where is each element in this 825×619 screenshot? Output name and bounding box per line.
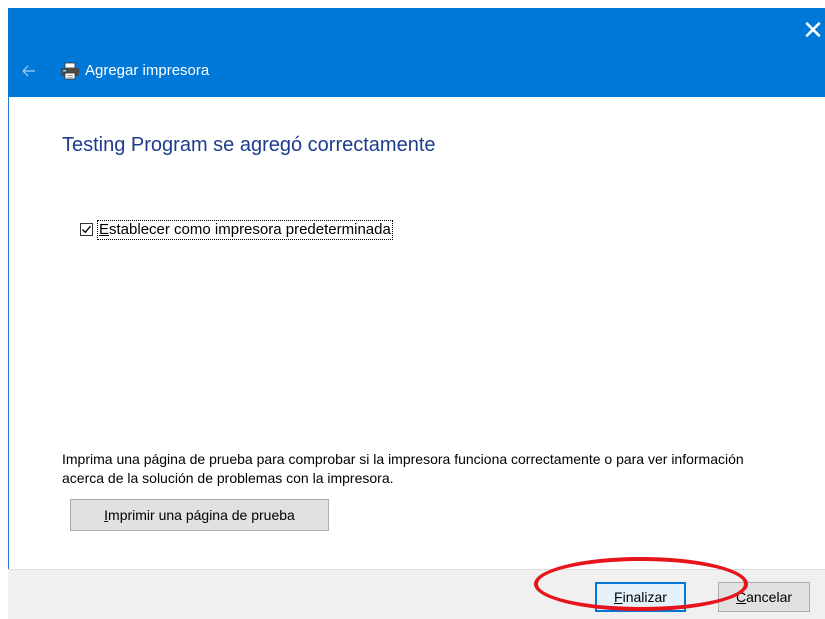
finish-button[interactable]: Finalizar bbox=[595, 582, 686, 612]
default-printer-label[interactable]: Establecer como impresora predeterminada bbox=[97, 220, 393, 240]
window-title: Agregar impresora bbox=[85, 62, 210, 79]
title-bar: ✕ Agregar impresora bbox=[8, 8, 825, 97]
print-test-page-button[interactable]: Imprimir una página de prueba bbox=[70, 499, 329, 531]
dialog-footer bbox=[8, 569, 825, 619]
cancel-button[interactable]: Cancelar bbox=[718, 582, 810, 612]
page-heading: Testing Program se agregó correctamente bbox=[62, 134, 436, 156]
add-printer-dialog: ✕ Agregar impresora Testing Program se a… bbox=[8, 8, 825, 619]
printer-icon bbox=[60, 61, 80, 81]
back-arrow-icon[interactable] bbox=[18, 60, 40, 82]
window-border bbox=[8, 97, 9, 619]
close-button[interactable]: ✕ bbox=[801, 16, 825, 46]
test-page-info-text: Imprima una página de prueba para compro… bbox=[62, 451, 744, 486]
default-printer-checkbox[interactable] bbox=[80, 223, 93, 236]
